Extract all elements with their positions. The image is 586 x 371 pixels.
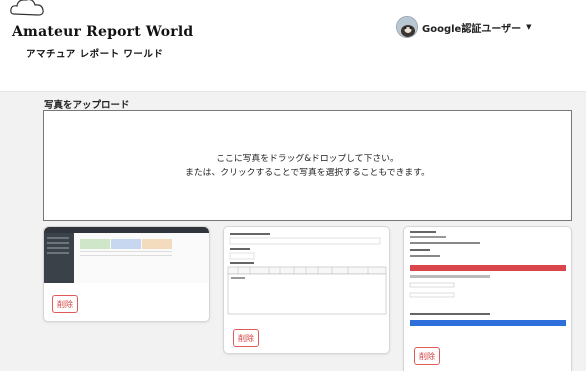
delete-button-1[interactable]: 削除 [52, 295, 78, 313]
user-avatar [396, 16, 418, 38]
top-navbar: Amateur Report World アマチュア レポート ワールド Goo… [0, 0, 586, 92]
photo-thumbnail-2 [224, 227, 389, 317]
user-menu-dropdown[interactable]: Google認証ユーザー ▼ [396, 16, 532, 38]
dropzone-instruction-line1: ここに写真をドラッグ&ドロップして下さい。 [216, 153, 399, 164]
photo-dropzone[interactable]: ここに写真をドラッグ&ドロップして下さい。 または、クリックすることで写真を選択… [43, 110, 572, 221]
dropzone-instruction-line2: または、クリックすることで写真を選択することもできます。 [185, 167, 430, 178]
upload-section-title: 写真をアップロード [44, 100, 130, 111]
user-name: Google認証ユーザー [422, 23, 522, 35]
logo-title: Amateur Report World [12, 24, 194, 40]
photo-thumbnail-1 [44, 227, 209, 283]
delete-button-3[interactable]: 削除 [414, 347, 440, 365]
photo-card-3: 削除 [403, 226, 572, 371]
photo-thumbnail-3 [404, 227, 571, 339]
delete-button-2[interactable]: 削除 [233, 329, 259, 347]
chevron-down-icon: ▼ [526, 23, 532, 31]
cloud-logo-icon [10, 0, 44, 16]
photo-card-1: 削除 [43, 226, 210, 322]
logo-subtitle: アマチュア レポート ワールド [26, 49, 164, 60]
site-logo[interactable]: Amateur Report World アマチュア レポート ワールド [8, 0, 208, 64]
dog-avatar-icon [397, 17, 417, 37]
photo-card-2: 削除 [223, 226, 390, 354]
